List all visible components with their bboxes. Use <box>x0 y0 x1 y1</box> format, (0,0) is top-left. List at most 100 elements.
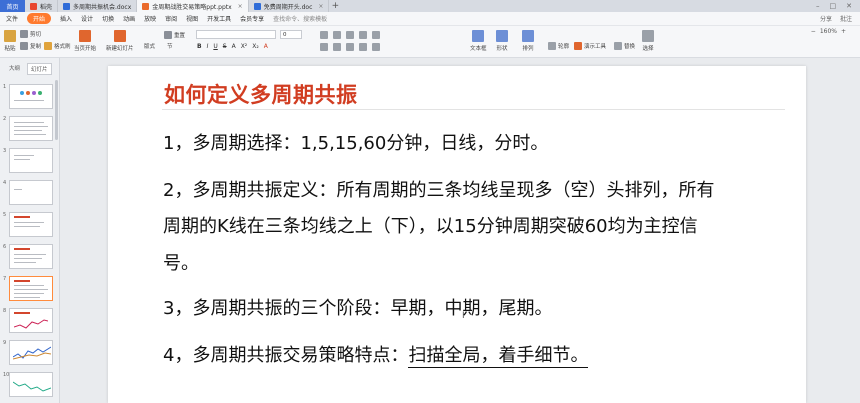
slide-canvas[interactable]: 如何定义多周期共振 1，多周期选择：1,5,15,60分钟，日线，分时。 2，多… <box>108 66 806 403</box>
maximize-icon[interactable]: □ <box>830 2 837 10</box>
select-button[interactable]: 选择 <box>642 30 654 52</box>
strike-button[interactable]: S <box>223 43 227 50</box>
slide-thumbnail-6[interactable] <box>9 244 53 269</box>
close-tab-icon[interactable]: × <box>238 3 243 10</box>
zoom-out-icon[interactable]: − <box>811 28 816 35</box>
align-tools <box>320 43 380 51</box>
menu-view[interactable]: 视图 <box>186 14 198 23</box>
reset-button[interactable]: 重置 <box>164 31 185 39</box>
zoom-in-icon[interactable]: + <box>841 28 846 35</box>
menu-review[interactable]: 审阅 <box>165 14 177 23</box>
word-doc-icon <box>63 2 71 10</box>
presenter-tools-button[interactable]: 演示工具 <box>574 42 606 50</box>
format-row: B I U S A X² X₂ A <box>197 43 268 50</box>
share-button[interactable]: 分享 <box>820 14 832 23</box>
italic-button[interactable]: I <box>207 43 209 50</box>
play-label: 当页开始 <box>74 46 97 52</box>
clear-format-button[interactable]: A <box>264 43 268 50</box>
slide-thumbnail-7-active[interactable] <box>9 276 53 301</box>
copy-button[interactable]: 复制 <box>20 42 41 50</box>
slide-thumbnail-10[interactable] <box>9 372 53 397</box>
new-tab-button[interactable]: + <box>329 0 341 12</box>
shapes-label: 形状 <box>496 46 508 52</box>
number-list-icon[interactable] <box>333 31 341 39</box>
close-tab-icon[interactable]: × <box>318 3 323 10</box>
menu-insert[interactable]: 插入 <box>60 14 72 23</box>
textbox-icon <box>472 30 485 42</box>
format-painter-button[interactable]: 格式刷 <box>44 42 71 50</box>
slide-title[interactable]: 如何定义多周期共振 <box>164 79 358 109</box>
font-color-button[interactable]: A <box>232 43 236 50</box>
section-button[interactable]: 节 <box>167 42 173 50</box>
replace-button[interactable]: 替换 <box>614 42 635 50</box>
reset-label: 重置 <box>174 33 186 39</box>
align-center-icon[interactable] <box>333 43 341 51</box>
zoom-control[interactable]: − 160% + <box>811 28 846 35</box>
outline-button[interactable]: 轮廓 <box>548 42 569 50</box>
bullet-1[interactable]: 1，多周期选择：1,5,15,60分钟，日线，分时。 <box>163 129 548 155</box>
menu-animation[interactable]: 动画 <box>123 14 135 23</box>
slide-number: 3 <box>3 148 7 154</box>
arrange-button[interactable]: 排列 <box>522 30 534 52</box>
tab-outline[interactable]: 大纲 <box>6 63 23 75</box>
outdent-icon[interactable] <box>359 31 367 39</box>
slide-thumbnail-8[interactable] <box>9 308 53 333</box>
font-name-select[interactable] <box>196 30 276 39</box>
comment-button[interactable]: 批注 <box>840 14 852 23</box>
bullet-3[interactable]: 3，多周期共振的三个阶段：早期，中期，尾期。 <box>163 294 552 320</box>
chart-thumbnail <box>13 381 51 392</box>
bullet-2-line-1[interactable]: 2，多周期共振定义：所有周期的三条均线呈现多（空）头排列，所有 <box>163 176 714 202</box>
shapes-button[interactable]: 形状 <box>496 30 508 52</box>
distribute-icon[interactable] <box>372 43 380 51</box>
menu-developer[interactable]: 开发工具 <box>207 14 231 23</box>
menu-home[interactable]: 开始 <box>27 13 52 24</box>
superscript-button[interactable]: X² <box>241 43 248 50</box>
tab-slides[interactable]: 幻灯片 <box>27 63 52 75</box>
tab-daoke[interactable]: 稻壳 <box>25 0 59 12</box>
bullet-2-line-2[interactable]: 周期的K线在三条均线之上（下），以15分钟周期突破60均为主控信 <box>163 212 698 238</box>
menu-file[interactable]: 文件 <box>6 14 18 23</box>
bullet-4[interactable]: 4，多周期共振交易策略特点：扫描全局，着手细节。 <box>163 341 589 368</box>
chart-thumbnail <box>13 346 51 360</box>
subscript-button[interactable]: X₂ <box>252 43 259 50</box>
cut-button[interactable]: 剪切 <box>20 30 41 38</box>
home-tab[interactable]: 首页 <box>0 0 25 12</box>
play-current-button[interactable]: 当页开始 <box>74 30 96 52</box>
slide-number: 7 <box>3 276 7 282</box>
menu-slideshow[interactable]: 放映 <box>144 14 156 23</box>
justify-icon[interactable] <box>359 43 367 51</box>
bullet-2-line-3[interactable]: 号。 <box>163 249 199 275</box>
slide-navigation-panel: 大纲 幻灯片 1 2 3 4 5 6 7 8 9 10 <box>0 58 60 403</box>
replace-icon <box>614 42 622 50</box>
slide-thumbnail-9[interactable] <box>9 340 53 365</box>
paste-button[interactable]: 粘贴 <box>4 30 16 52</box>
slide-thumbnail-3[interactable] <box>9 148 53 173</box>
new-slide-button[interactable]: 新建幻灯片 <box>106 30 134 52</box>
textbox-button[interactable]: 文本框 <box>470 30 487 52</box>
align-left-icon[interactable] <box>320 43 328 51</box>
menu-member[interactable]: 会员专享 <box>240 14 264 23</box>
layout-button[interactable]: 版式 <box>144 42 155 50</box>
menu-transition[interactable]: 切换 <box>102 14 114 23</box>
panel-scrollbar[interactable] <box>55 80 58 140</box>
slide-thumbnail-2[interactable] <box>9 116 53 141</box>
underline-button[interactable]: U <box>213 43 217 50</box>
indent-icon[interactable] <box>346 31 354 39</box>
bullet-list-icon[interactable] <box>320 31 328 39</box>
slide-thumbnail-1[interactable] <box>9 84 53 109</box>
line-spacing-icon[interactable] <box>372 31 380 39</box>
slide-thumbnail-4[interactable] <box>9 180 53 205</box>
menu-design[interactable]: 设计 <box>81 14 93 23</box>
chart-thumbnail <box>14 319 48 329</box>
tab-pptx-active[interactable]: 金周期战胜交易策略ppt.pptx × <box>137 0 249 12</box>
close-window-icon[interactable]: ✕ <box>846 2 852 10</box>
minimize-icon[interactable]: – <box>816 2 820 10</box>
align-right-icon[interactable] <box>346 43 354 51</box>
slide-thumbnail-5[interactable] <box>9 212 53 237</box>
tab-doc[interactable]: 免费周期开头.doc × <box>249 0 330 12</box>
arrange-label: 排列 <box>522 46 534 52</box>
font-size-select[interactable]: 0 <box>280 30 302 39</box>
command-search[interactable]: 查找命令、搜索模板 <box>273 14 327 23</box>
tab-docx[interactable]: 多周期共振机会.docx <box>58 0 138 12</box>
bold-button[interactable]: B <box>197 43 202 50</box>
